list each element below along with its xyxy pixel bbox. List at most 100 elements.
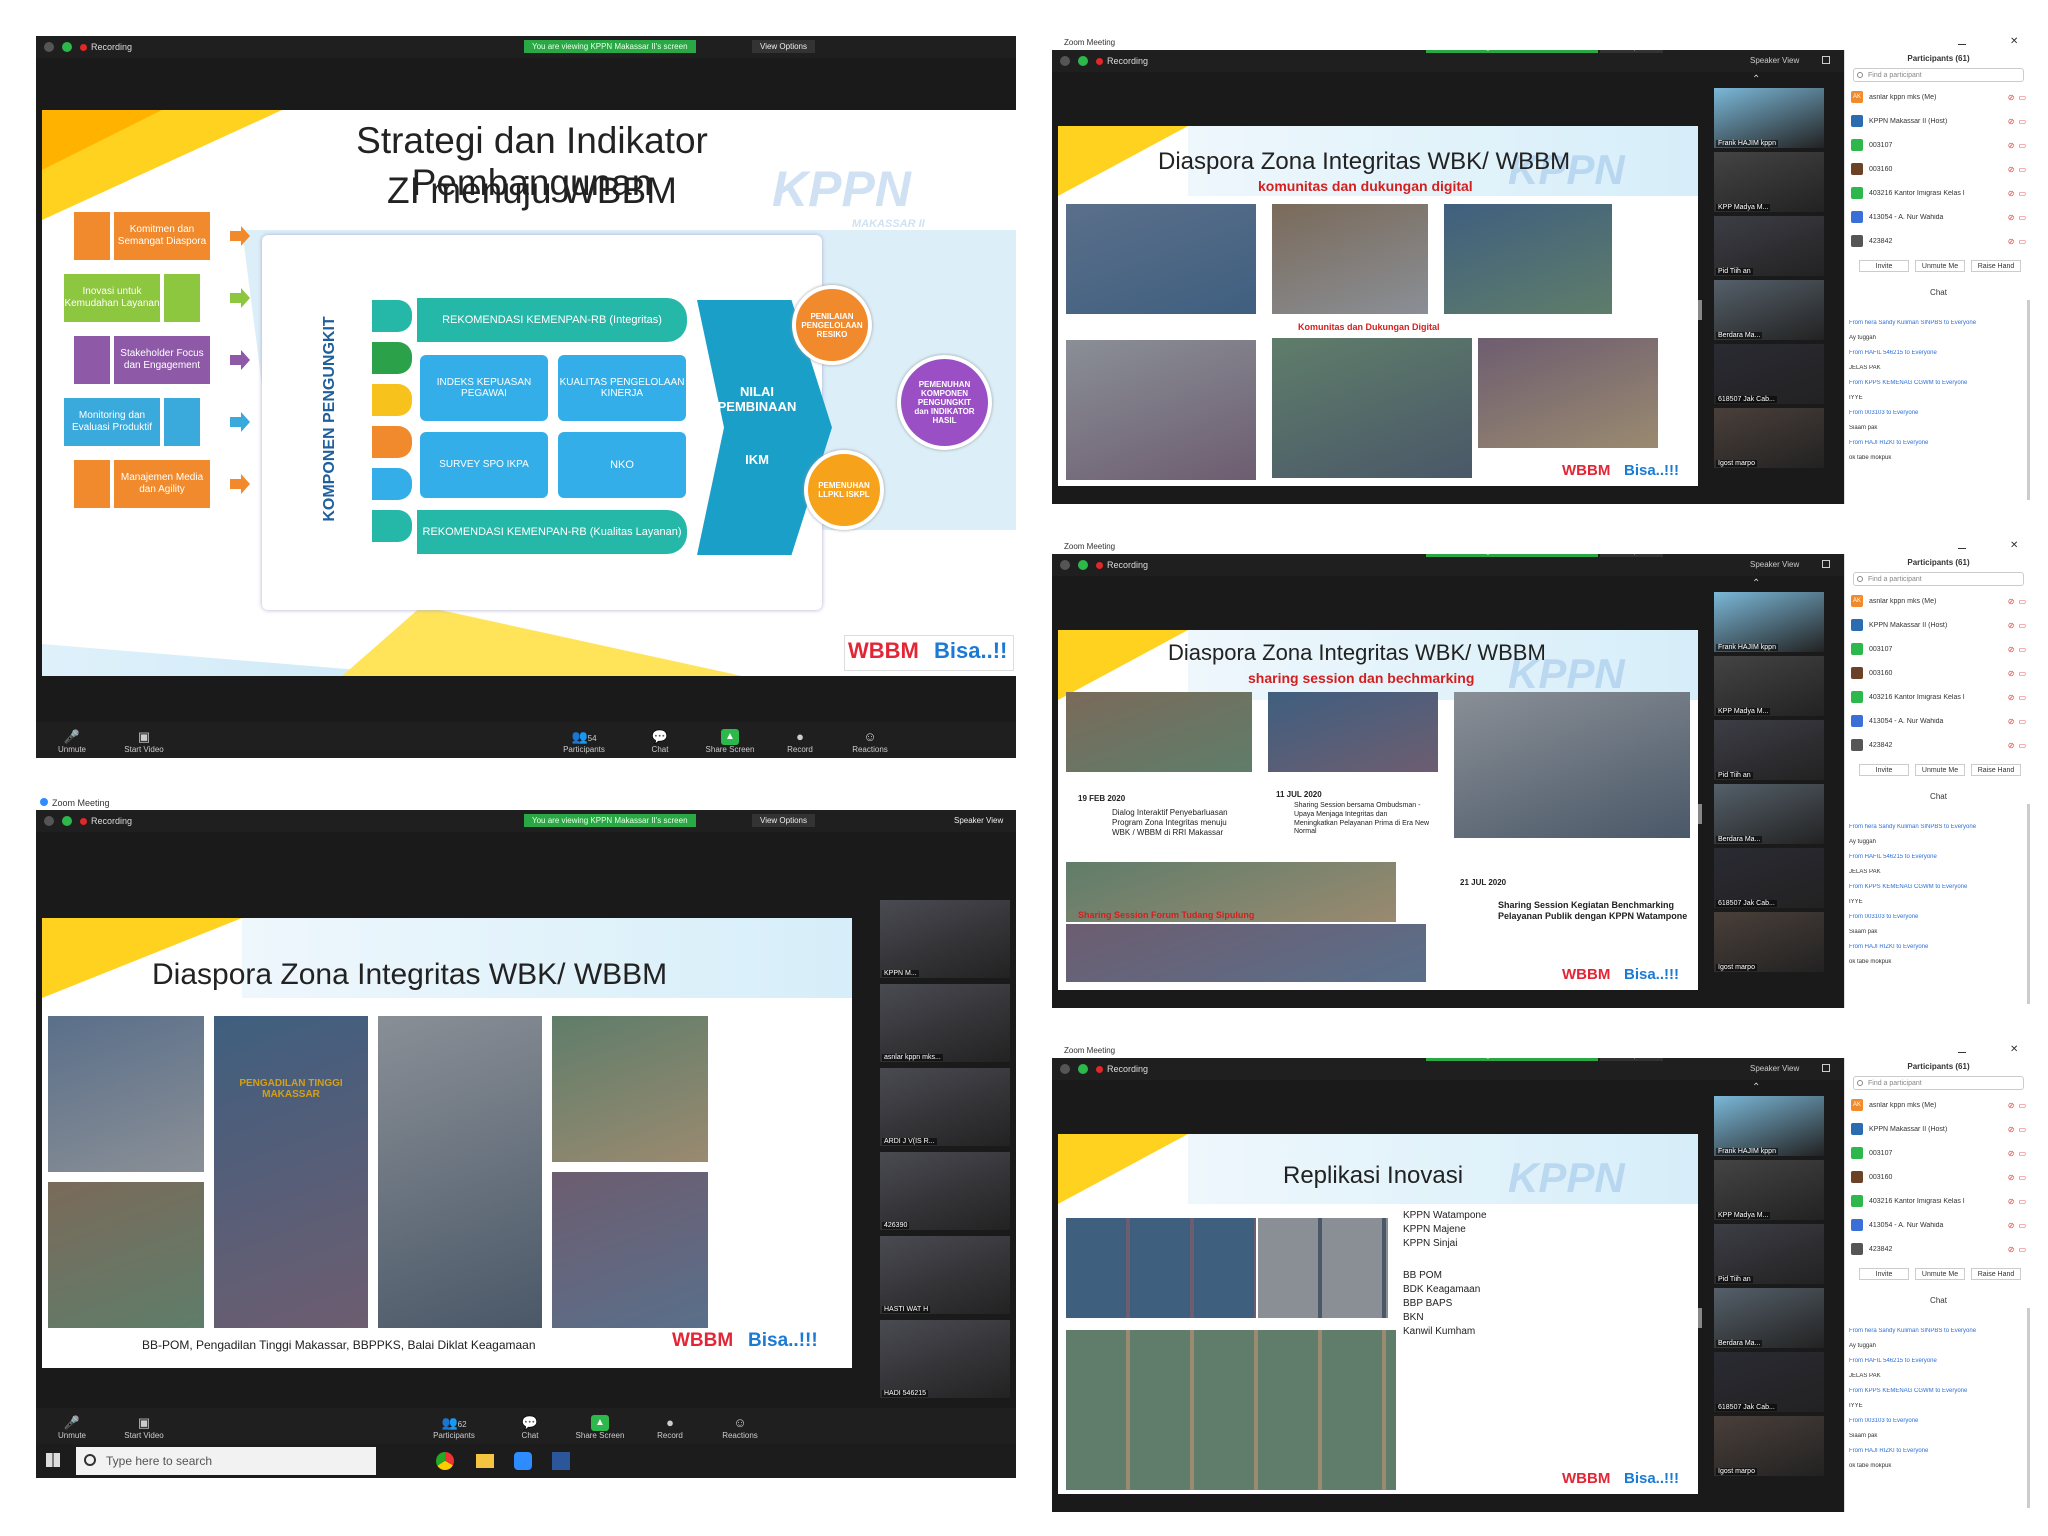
chevron-up-icon[interactable]: ⌃ — [1752, 578, 1760, 589]
share-screen-button[interactable]: ▲ Share Screen — [572, 1415, 628, 1440]
minimize-icon[interactable] — [1958, 44, 1966, 45]
speaker-view-button[interactable]: Speaker View — [1750, 1064, 1799, 1073]
start-video-button[interactable]: ▣ Start Video — [116, 729, 172, 754]
shield-icon[interactable] — [1078, 1064, 1088, 1074]
participant-video-thumb[interactable]: KPP Madya M... — [1714, 152, 1824, 212]
unmute-me-button[interactable]: Unmute Me — [1915, 260, 1965, 272]
invite-button[interactable]: Invite — [1859, 1268, 1909, 1280]
participant-row[interactable]: AK asnlar kppn mks (Me) ⊘ ▭ — [1851, 1096, 2026, 1114]
participant-row[interactable]: KPPN Makassar II (Host) ⊘ ▭ — [1851, 616, 2026, 634]
raise-hand-button[interactable]: Raise Hand — [1971, 1268, 2021, 1280]
reactions-button[interactable]: ☺ Reactions — [712, 1415, 768, 1440]
participant-video-thumb[interactable]: Frank HAJIM kppn — [1714, 592, 1824, 652]
participant-video-thumb[interactable]: 618507 Jak Cab... — [1714, 344, 1824, 404]
view-options-button[interactable]: View Options — [1600, 50, 1663, 53]
unmute-button[interactable]: 🎤 Unmute — [44, 729, 100, 754]
unmute-me-button[interactable]: Unmute Me — [1915, 764, 1965, 776]
participant-row[interactable]: 003107 ⊘ ▭ — [1851, 136, 2026, 154]
raise-hand-button[interactable]: Raise Hand — [1971, 260, 2021, 272]
chat-button[interactable]: 💬 Chat — [502, 1415, 558, 1440]
view-options-button[interactable]: View Options — [752, 40, 815, 53]
participant-video-thumb[interactable]: Frank HAJIM kppn — [1714, 88, 1824, 148]
participant-row[interactable]: 403216 Kantor Imigrasi Kelas I ⊘ ▭ — [1851, 1192, 2026, 1210]
invite-button[interactable]: Invite — [1859, 260, 1909, 272]
participant-row[interactable]: 413054 - A. Nur Wahida ⊘ ▭ — [1851, 208, 2026, 226]
view-options-button[interactable]: View Options — [1600, 1058, 1663, 1061]
info-icon[interactable] — [1060, 560, 1070, 570]
start-video-button[interactable]: ▣ Start Video — [116, 1415, 172, 1440]
participant-video-thumb[interactable]: Berdara Ma... — [1714, 280, 1824, 340]
participant-row[interactable]: 423842 ⊘ ▭ — [1851, 232, 2026, 250]
zoom-app-icon[interactable] — [514, 1452, 532, 1470]
speaker-view-button[interactable]: Speaker View — [1750, 56, 1799, 65]
shield-icon[interactable] — [1078, 560, 1088, 570]
folder-icon[interactable] — [476, 1454, 494, 1468]
speaker-view-button[interactable]: Speaker View — [1750, 560, 1799, 569]
panel-scrollbar[interactable] — [2027, 804, 2030, 1004]
participant-video-thumb[interactable]: 618507 Jak Cab... — [1714, 1352, 1824, 1412]
participant-video-thumb[interactable]: KPP Madya M... — [1714, 1160, 1824, 1220]
find-participant-input[interactable]: Find a participant — [1853, 1076, 2024, 1090]
participant-video-thumb[interactable]: Pid Tiih an — [1714, 720, 1824, 780]
fullscreen-icon[interactable] — [1822, 56, 1830, 64]
participant-row[interactable]: 423842 ⊘ ▭ — [1851, 736, 2026, 754]
minimize-icon[interactable] — [1958, 1052, 1966, 1053]
taskbar-search-box[interactable]: Type here to search — [76, 1447, 376, 1475]
participant-row[interactable]: 403216 Kantor Imigrasi Kelas I ⊘ ▭ — [1851, 184, 2026, 202]
participant-video-thumb[interactable]: asnlar kppn mks... — [880, 984, 1010, 1062]
scrollbar[interactable] — [1698, 804, 1702, 824]
participant-video-thumb[interactable]: 618507 Jak Cab... — [1714, 848, 1824, 908]
fullscreen-icon[interactable] — [1822, 1064, 1830, 1072]
find-participant-input[interactable]: Find a participant — [1853, 68, 2024, 82]
speaker-view-button[interactable]: Speaker View — [946, 814, 1011, 827]
participant-row[interactable]: AK asnlar kppn mks (Me) ⊘ ▭ — [1851, 592, 2026, 610]
record-button[interactable]: ● Record — [772, 729, 828, 754]
reactions-button[interactable]: ☺ Reactions — [842, 729, 898, 754]
participant-video-thumb[interactable]: Berdara Ma... — [1714, 1288, 1824, 1348]
participants-button[interactable]: 👥62 Participants — [426, 1415, 482, 1440]
info-icon[interactable] — [44, 816, 54, 826]
panel-scrollbar[interactable] — [2027, 1308, 2030, 1508]
fullscreen-icon[interactable] — [1822, 560, 1830, 568]
info-icon[interactable] — [44, 42, 54, 52]
shield-icon[interactable] — [1078, 56, 1088, 66]
unmute-me-button[interactable]: Unmute Me — [1915, 1268, 1965, 1280]
participant-video-thumb[interactable]: Pid Tiih an — [1714, 216, 1824, 276]
participant-row[interactable]: 423842 ⊘ ▭ — [1851, 1240, 2026, 1258]
participant-row[interactable]: 003107 ⊘ ▭ — [1851, 640, 2026, 658]
close-icon[interactable]: ✕ — [2010, 540, 2018, 551]
participant-row[interactable]: KPPN Makassar II (Host) ⊘ ▭ — [1851, 1120, 2026, 1138]
participant-row[interactable]: 003160 ⊘ ▭ — [1851, 1168, 2026, 1186]
participant-video-thumb[interactable]: HASTI WAT H — [880, 1236, 1010, 1314]
participant-video-thumb[interactable]: Pid Tiih an — [1714, 1224, 1824, 1284]
find-participant-input[interactable]: Find a participant — [1853, 572, 2024, 586]
participant-video-thumb[interactable]: Igost marpo — [1714, 912, 1824, 972]
unmute-button[interactable]: 🎤 Unmute — [44, 1415, 100, 1440]
chevron-up-icon[interactable]: ⌃ — [1752, 1082, 1760, 1093]
view-options-button[interactable]: View Options — [752, 814, 815, 827]
raise-hand-button[interactable]: Raise Hand — [1971, 764, 2021, 776]
record-button[interactable]: ● Record — [642, 1415, 698, 1440]
participant-video-thumb[interactable]: KPPN M... — [880, 900, 1010, 978]
participant-row[interactable]: 003107 ⊘ ▭ — [1851, 1144, 2026, 1162]
participant-row[interactable]: KPPN Makassar II (Host) ⊘ ▭ — [1851, 112, 2026, 130]
participant-video-thumb[interactable]: Igost marpo — [1714, 408, 1824, 468]
info-icon[interactable] — [1060, 56, 1070, 66]
scrollbar[interactable] — [1698, 1308, 1702, 1328]
invite-button[interactable]: Invite — [1859, 764, 1909, 776]
windows-start-icon[interactable] — [46, 1453, 60, 1467]
participant-row[interactable]: 403216 Kantor Imigrasi Kelas I ⊘ ▭ — [1851, 688, 2026, 706]
chrome-icon[interactable] — [436, 1452, 454, 1470]
participant-row[interactable]: 003160 ⊘ ▭ — [1851, 664, 2026, 682]
participant-video-thumb[interactable]: Igost marpo — [1714, 1416, 1824, 1476]
participant-row[interactable]: AK asnlar kppn mks (Me) ⊘ ▭ — [1851, 88, 2026, 106]
participant-video-thumb[interactable]: KPP Madya M... — [1714, 656, 1824, 716]
participant-video-thumb[interactable]: 426390 — [880, 1152, 1010, 1230]
shield-icon[interactable] — [62, 42, 72, 52]
minimize-icon[interactable] — [1958, 548, 1966, 549]
info-icon[interactable] — [1060, 1064, 1070, 1074]
close-icon[interactable]: ✕ — [2010, 36, 2018, 47]
panel-scrollbar[interactable] — [2027, 300, 2030, 500]
participant-row[interactable]: 413054 - A. Nur Wahida ⊘ ▭ — [1851, 1216, 2026, 1234]
scrollbar[interactable] — [1698, 300, 1702, 320]
